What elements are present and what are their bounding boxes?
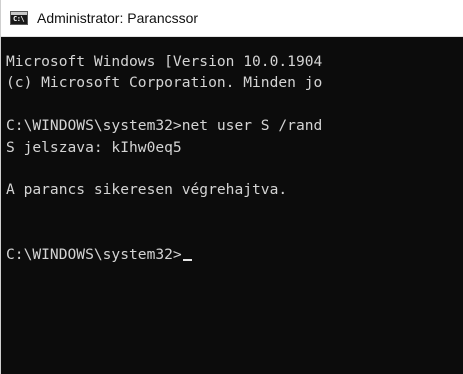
command-prompt: C:\WINDOWS\system32> <box>6 245 182 263</box>
console-line: A parancs sikeresen végrehajtva. <box>6 181 288 199</box>
title-bar[interactable]: C:\ Administrator: Parancssor <box>1 0 463 37</box>
command-prompt-window: C:\ Administrator: Parancssor Microsoft … <box>0 0 463 374</box>
prompt-line[interactable]: C:\WINDOWS\system32> <box>6 244 463 265</box>
console-line: S jelszava: kIhw0eq5 <box>6 138 182 156</box>
console-line: (c) Microsoft Corporation. Minden jo <box>6 74 323 92</box>
console-output[interactable]: Microsoft Windows [Version 10.0.1904 (c)… <box>1 37 463 374</box>
console-line: C:\WINDOWS\system32>net user S /rand <box>6 117 323 135</box>
console-line: Microsoft Windows [Version 10.0.1904 <box>6 53 323 70</box>
text-cursor <box>182 258 192 261</box>
cmd-console-icon: C:\ <box>10 11 28 25</box>
cmd-icon-glyph: C:\ <box>13 15 25 23</box>
window-title: Administrator: Parancssor <box>37 10 199 26</box>
